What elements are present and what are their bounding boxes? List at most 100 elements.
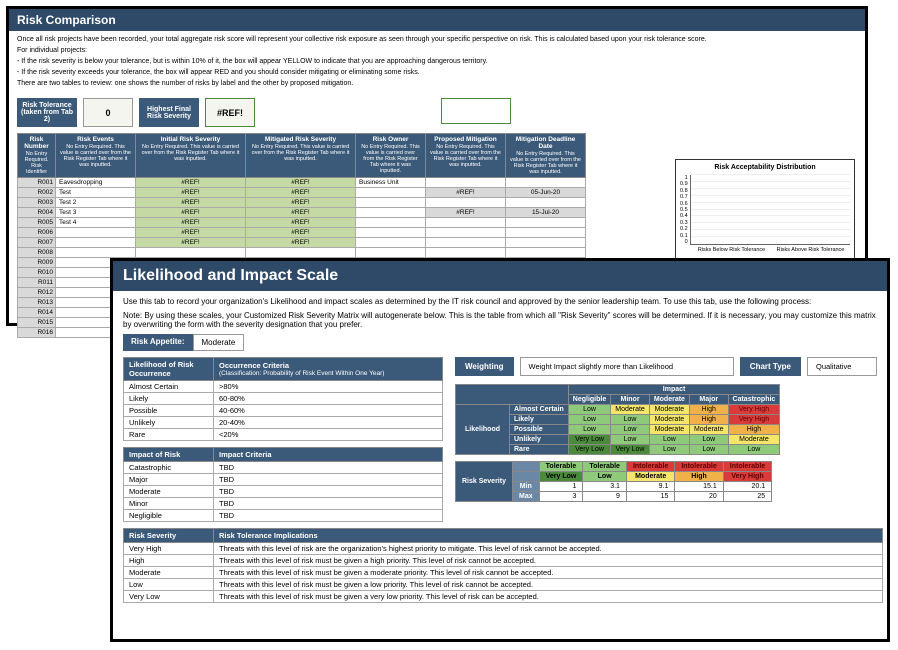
cell-criteria[interactable]: 40-60% [214, 404, 443, 416]
likelihood-row-label: Likely [510, 414, 569, 424]
impact-table: Impact of Risk Impact Criteria Catastrop… [123, 447, 443, 522]
cell-proposed-mitigation[interactable] [426, 238, 506, 248]
cell-risk-event[interactable]: Test 2 [56, 198, 136, 208]
cell-criteria[interactable]: 60-80% [214, 392, 443, 404]
cell-criteria[interactable]: 20-40% [214, 416, 443, 428]
cell-mitigation-deadline[interactable]: 05-Jun-20 [506, 188, 586, 198]
cell-risk-event[interactable] [56, 238, 136, 248]
cell-risk-event[interactable]: Test [56, 188, 136, 198]
cell-proposed-mitigation[interactable]: #REF! [426, 188, 506, 198]
label-sub: (taken from Tab 2) [21, 109, 73, 123]
cell-mitigation-deadline[interactable] [506, 218, 586, 228]
col-mitigation-deadline[interactable]: Mitigation Deadline DateNo Entry Require… [506, 134, 586, 178]
min-cell: 20.1 [723, 481, 771, 491]
cell-risk-owner[interactable] [356, 228, 426, 238]
cell-proposed-mitigation[interactable] [426, 248, 506, 258]
cell-mitigation-deadline[interactable]: 15-Jul-20 [506, 208, 586, 218]
cell-criteria[interactable]: Threats with this level of risk must be … [214, 590, 883, 602]
cell-risk-event[interactable]: Eavesdropping [56, 178, 136, 188]
cell-proposed-mitigation[interactable]: #REF! [426, 208, 506, 218]
matrix-cell: High [689, 404, 728, 414]
tolerance-header-cell: Tolerable [583, 461, 627, 471]
table-row[interactable]: R004 Test 3 #REF! #REF! #REF! 15-Jul-20 [18, 208, 586, 218]
cell-mitigation-deadline[interactable] [506, 228, 586, 238]
col-risk-events[interactable]: Risk EventsNo Entry Required. This value… [56, 134, 136, 178]
cell-mitigation-deadline[interactable] [506, 198, 586, 208]
matrix-cell: Very Low [568, 434, 610, 444]
cell-mitigated-severity [246, 248, 356, 258]
cell-proposed-mitigation[interactable] [426, 178, 506, 188]
cell-initial-severity: #REF! [136, 188, 246, 198]
table-row[interactable]: R001 Eavesdropping #REF! #REF! Business … [18, 178, 586, 188]
table-row: Likely60-80% [124, 392, 443, 404]
cell-risk-number: R003 [18, 198, 56, 208]
cell-criteria[interactable]: TBD [214, 509, 443, 521]
cell-risk-event[interactable]: Test 3 [56, 208, 136, 218]
risk-acceptability-chart: Risk Acceptability Distribution 10.90.80… [675, 159, 855, 269]
severity-header-cell: Low [583, 471, 627, 481]
cell-criteria[interactable]: TBD [214, 461, 443, 473]
tolerance-row: Risk Tolerance (taken from Tab 2) 0 High… [9, 94, 865, 131]
col-initial-severity[interactable]: Initial Risk SeverityNo Entry Required. … [136, 134, 246, 178]
matrix-cell: Very Low [568, 444, 610, 454]
cell-mitigation-deadline[interactable] [506, 248, 586, 258]
matrix-cell: Very High [728, 404, 780, 414]
matrix-cell: Very High [728, 414, 780, 424]
risk-tolerance-label: Risk Tolerance (taken from Tab 2) [17, 98, 77, 127]
intro-line: There are two tables to review: one show… [17, 79, 857, 88]
cell-mitigation-deadline[interactable] [506, 238, 586, 248]
cell-risk-owner[interactable] [356, 238, 426, 248]
weighting-value[interactable]: Weight Impact slightly more than Likelih… [520, 357, 734, 376]
likelihood-row-label: Possible [510, 424, 569, 434]
chart-type-label: Chart Type [740, 357, 801, 376]
cell-risk-owner[interactable] [356, 198, 426, 208]
table-row[interactable]: R005 Test 4 #REF! #REF! [18, 218, 586, 228]
col-proposed-mitigation[interactable]: Proposed MitigationNo Entry Required. Th… [426, 134, 506, 178]
impact-header-cell: Major [689, 394, 728, 404]
cell-criteria[interactable]: TBD [214, 485, 443, 497]
cell-risk-event[interactable]: Test 4 [56, 218, 136, 228]
cell-proposed-mitigation[interactable] [426, 218, 506, 228]
likelihood-row-label: Almost Certain [510, 404, 569, 414]
cell-criteria[interactable]: Threats with this level of risk are the … [214, 542, 883, 554]
col-risk-owner[interactable]: Risk OwnerNo Entry Required. This value … [356, 134, 426, 178]
chart-type-value[interactable]: Qualitative [807, 357, 877, 376]
cell-criteria[interactable]: Threats with this level of risk must be … [214, 578, 883, 590]
likelihood-row-label: Unlikely [510, 434, 569, 444]
cell-risk-owner[interactable] [356, 188, 426, 198]
table-row[interactable]: R003 Test 2 #REF! #REF! [18, 198, 586, 208]
cell-risk-owner[interactable] [356, 218, 426, 228]
col-risk-number[interactable]: Risk NumberNo Entry Required. Risk Ident… [18, 134, 56, 178]
table-row[interactable]: R006 #REF! #REF! [18, 228, 586, 238]
cell-risk-owner[interactable] [356, 248, 426, 258]
cell-criteria[interactable]: TBD [214, 497, 443, 509]
cell-risk-owner[interactable] [356, 208, 426, 218]
risk-appetite-value[interactable]: Moderate [193, 334, 245, 351]
table-row: NegligibleTBD [124, 509, 443, 521]
cell-risk-number: R014 [18, 308, 56, 318]
note-text: Note: By using these scales, your Custom… [123, 311, 877, 330]
cell-risk-event[interactable] [56, 228, 136, 238]
cell-proposed-mitigation[interactable] [426, 228, 506, 238]
cell-mitigation-deadline[interactable] [506, 178, 586, 188]
cell-risk-owner[interactable]: Business Unit [356, 178, 426, 188]
cell-label: Unlikely [124, 416, 214, 428]
cell-criteria[interactable]: Threats with this level of risk must be … [214, 554, 883, 566]
cell-risk-number: R013 [18, 298, 56, 308]
risk-tolerance-implications-header: Risk Tolerance Implications [214, 528, 883, 542]
table-row[interactable]: R007 #REF! #REF! [18, 238, 586, 248]
cell-criteria[interactable]: >80% [214, 380, 443, 392]
cell-criteria[interactable]: <20% [214, 428, 443, 440]
likelihood-table: Likelihood of Risk Occurrence Occurrence… [123, 357, 443, 441]
cell-proposed-mitigation[interactable] [426, 198, 506, 208]
cell-initial-severity: #REF! [136, 198, 246, 208]
cell-criteria[interactable]: Threats with this level of risk must be … [214, 566, 883, 578]
severity-header-cell: Very Low [539, 471, 583, 481]
cell-criteria[interactable]: TBD [214, 473, 443, 485]
table-row[interactable]: R008 [18, 248, 586, 258]
matrix-cell: Low [568, 424, 610, 434]
cell-risk-event[interactable] [56, 248, 136, 258]
cell-initial-severity: #REF! [136, 238, 246, 248]
col-mitigated-severity[interactable]: Mitigated Risk SeverityNo Entry Required… [246, 134, 356, 178]
table-row[interactable]: R002 Test #REF! #REF! #REF! 05-Jun-20 [18, 188, 586, 198]
